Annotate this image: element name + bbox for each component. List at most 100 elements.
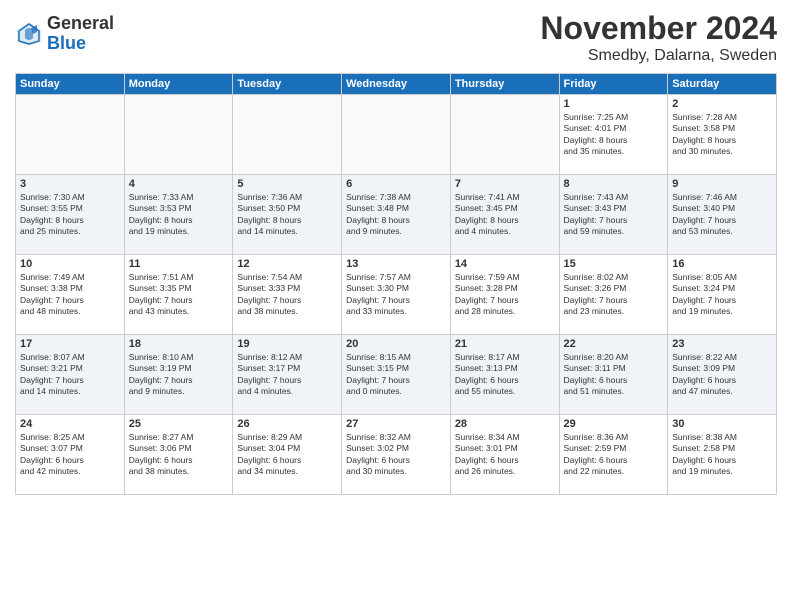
day-number: 22: [564, 338, 664, 350]
day-info: Sunrise: 8:05 AM Sunset: 3:24 PM Dayligh…: [672, 272, 772, 318]
day-number: 30: [672, 418, 772, 430]
col-wednesday: Wednesday: [342, 74, 451, 95]
day-number: 20: [346, 338, 446, 350]
table-row: 5 Sunrise: 7:36 AM Sunset: 3:50 PM Daylig…: [233, 175, 342, 255]
day-info: Sunrise: 8:38 AM Sunset: 2:58 PM Dayligh…: [672, 432, 772, 478]
day-info: Sunrise: 7:33 AM Sunset: 3:53 PM Dayligh…: [129, 192, 229, 238]
calendar-week-row: 3 Sunrise: 7:30 AM Sunset: 3:55 PM Daylig…: [16, 175, 777, 255]
calendar-header-row: Sunday Monday Tuesday Wednesday Thursday…: [16, 74, 777, 95]
table-row: [233, 95, 342, 175]
calendar-week-row: 10 Sunrise: 7:49 AM Sunset: 3:38 PM Dayli…: [16, 255, 777, 335]
day-info: Sunrise: 7:43 AM Sunset: 3:43 PM Dayligh…: [564, 192, 664, 238]
table-row: 10 Sunrise: 7:49 AM Sunset: 3:38 PM Dayli…: [16, 255, 125, 335]
day-number: 18: [129, 338, 229, 350]
day-number: 6: [346, 178, 446, 190]
table-row: 8 Sunrise: 7:43 AM Sunset: 3:43 PM Daylig…: [559, 175, 668, 255]
day-info: Sunrise: 8:15 AM Sunset: 3:15 PM Dayligh…: [346, 352, 446, 398]
logo-blue: Blue: [47, 34, 114, 54]
day-number: 1: [564, 98, 664, 110]
day-number: 15: [564, 258, 664, 270]
day-number: 10: [20, 258, 120, 270]
day-info: Sunrise: 8:07 AM Sunset: 3:21 PM Dayligh…: [20, 352, 120, 398]
day-info: Sunrise: 8:25 AM Sunset: 3:07 PM Dayligh…: [20, 432, 120, 478]
table-row: 9 Sunrise: 7:46 AM Sunset: 3:40 PM Daylig…: [668, 175, 777, 255]
logo: General Blue: [15, 14, 114, 54]
table-row: 1 Sunrise: 7:25 AM Sunset: 4:01 PM Daylig…: [559, 95, 668, 175]
title-block: November 2024 Smedby, Dalarna, Sweden: [540, 10, 777, 65]
day-info: Sunrise: 7:59 AM Sunset: 3:28 PM Dayligh…: [455, 272, 555, 318]
table-row: [16, 95, 125, 175]
day-number: 5: [237, 178, 337, 190]
day-number: 26: [237, 418, 337, 430]
table-row: 15Sunrise: 8:02 AM Sunset: 3:26 PM Dayli…: [559, 255, 668, 335]
day-info: Sunrise: 8:32 AM Sunset: 3:02 PM Dayligh…: [346, 432, 446, 478]
table-row: 21Sunrise: 8:17 AM Sunset: 3:13 PM Dayli…: [450, 335, 559, 415]
col-saturday: Saturday: [668, 74, 777, 95]
table-row: 25 Sunrise: 8:27 AM Sunset: 3:06 PM Dayli…: [124, 415, 233, 495]
table-row: [124, 95, 233, 175]
table-row: 18Sunrise: 8:10 AM Sunset: 3:19 PM Dayli…: [124, 335, 233, 415]
day-number: 24: [20, 418, 120, 430]
day-info: Sunrise: 7:46 AM Sunset: 3:40 PM Dayligh…: [672, 192, 772, 238]
day-info: Sunrise: 8:27 AM Sunset: 3:06 PM Dayligh…: [129, 432, 229, 478]
table-row: 16 Sunrise: 8:05 AM Sunset: 3:24 PM Dayli…: [668, 255, 777, 335]
day-number: 17: [20, 338, 120, 350]
day-info: Sunrise: 7:51 AM Sunset: 3:35 PM Dayligh…: [129, 272, 229, 318]
calendar: Sunday Monday Tuesday Wednesday Thursday…: [15, 73, 777, 495]
day-info: Sunrise: 7:25 AM Sunset: 4:01 PM Dayligh…: [564, 112, 664, 158]
day-number: 13: [346, 258, 446, 270]
day-number: 4: [129, 178, 229, 190]
table-row: 4 Sunrise: 7:33 AM Sunset: 3:53 PM Daylig…: [124, 175, 233, 255]
day-info: Sunrise: 8:12 AM Sunset: 3:17 PM Dayligh…: [237, 352, 337, 398]
day-number: 12: [237, 258, 337, 270]
logo-text: General Blue: [47, 14, 114, 54]
day-info: Sunrise: 7:38 AM Sunset: 3:48 PM Dayligh…: [346, 192, 446, 238]
day-number: 16: [672, 258, 772, 270]
table-row: 7 Sunrise: 7:41 AM Sunset: 3:45 PM Daylig…: [450, 175, 559, 255]
day-number: 7: [455, 178, 555, 190]
table-row: 12Sunrise: 7:54 AM Sunset: 3:33 PM Dayli…: [233, 255, 342, 335]
calendar-week-row: 17 Sunrise: 8:07 AM Sunset: 3:21 PM Dayli…: [16, 335, 777, 415]
day-number: 3: [20, 178, 120, 190]
day-number: 11: [129, 258, 229, 270]
day-info: Sunrise: 8:22 AM Sunset: 3:09 PM Dayligh…: [672, 352, 772, 398]
day-number: 23: [672, 338, 772, 350]
logo-general: General: [47, 14, 114, 34]
header: General Blue November 2024 Smedby, Dalar…: [15, 10, 777, 65]
table-row: 20 Sunrise: 8:15 AM Sunset: 3:15 PM Dayli…: [342, 335, 451, 415]
day-number: 27: [346, 418, 446, 430]
day-number: 8: [564, 178, 664, 190]
table-row: [450, 95, 559, 175]
day-number: 25: [129, 418, 229, 430]
table-row: 17 Sunrise: 8:07 AM Sunset: 3:21 PM Dayli…: [16, 335, 125, 415]
col-sunday: Sunday: [16, 74, 125, 95]
day-number: 28: [455, 418, 555, 430]
col-thursday: Thursday: [450, 74, 559, 95]
day-info: Sunrise: 7:49 AM Sunset: 3:38 PM Dayligh…: [20, 272, 120, 318]
table-row: 13Sunrise: 7:57 AM Sunset: 3:30 PM Dayli…: [342, 255, 451, 335]
table-row: 3 Sunrise: 7:30 AM Sunset: 3:55 PM Daylig…: [16, 175, 125, 255]
table-row: 6 Sunrise: 7:38 AM Sunset: 3:48 PM Daylig…: [342, 175, 451, 255]
day-info: Sunrise: 7:36 AM Sunset: 3:50 PM Dayligh…: [237, 192, 337, 238]
day-info: Sunrise: 7:41 AM Sunset: 3:45 PM Dayligh…: [455, 192, 555, 238]
table-row: 29Sunrise: 8:36 AM Sunset: 2:59 PM Dayli…: [559, 415, 668, 495]
day-info: Sunrise: 7:30 AM Sunset: 3:55 PM Dayligh…: [20, 192, 120, 238]
table-row: 11 Sunrise: 7:51 AM Sunset: 3:35 PM Dayli…: [124, 255, 233, 335]
month-title: November 2024: [540, 10, 777, 47]
logo-icon: [15, 20, 43, 48]
calendar-week-row: 1 Sunrise: 7:25 AM Sunset: 4:01 PM Daylig…: [16, 95, 777, 175]
table-row: 23 Sunrise: 8:22 AM Sunset: 3:09 PM Dayli…: [668, 335, 777, 415]
table-row: [342, 95, 451, 175]
table-row: 14Sunrise: 7:59 AM Sunset: 3:28 PM Dayli…: [450, 255, 559, 335]
col-monday: Monday: [124, 74, 233, 95]
table-row: 28 Sunrise: 8:34 AM Sunset: 3:01 PM Dayli…: [450, 415, 559, 495]
day-number: 19: [237, 338, 337, 350]
day-number: 2: [672, 98, 772, 110]
table-row: 22Sunrise: 8:20 AM Sunset: 3:11 PM Dayli…: [559, 335, 668, 415]
table-row: 27 Sunrise: 8:32 AM Sunset: 3:02 PM Dayli…: [342, 415, 451, 495]
page: General Blue November 2024 Smedby, Dalar…: [0, 0, 792, 612]
day-info: Sunrise: 8:34 AM Sunset: 3:01 PM Dayligh…: [455, 432, 555, 478]
table-row: 2Sunrise: 7:28 AM Sunset: 3:58 PM Daylig…: [668, 95, 777, 175]
table-row: 26Sunrise: 8:29 AM Sunset: 3:04 PM Dayli…: [233, 415, 342, 495]
day-number: 9: [672, 178, 772, 190]
